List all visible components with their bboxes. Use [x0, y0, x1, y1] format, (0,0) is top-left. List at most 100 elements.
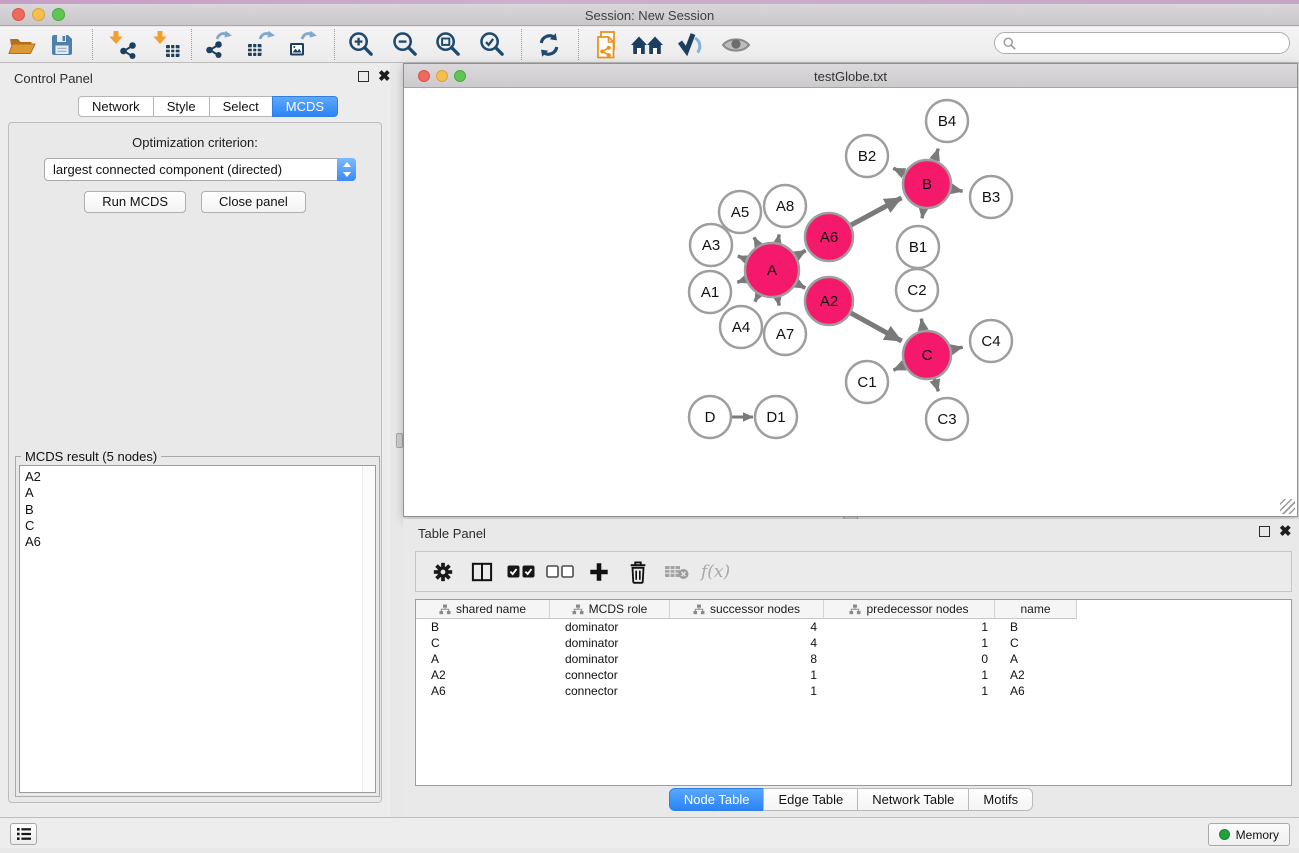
table-row[interactable]: Adominator80A	[416, 651, 1291, 667]
tab-style[interactable]: Style	[153, 96, 210, 117]
zoom-out-button[interactable]	[386, 28, 424, 61]
export-table-button[interactable]	[242, 28, 280, 61]
network-window-titlebar[interactable]: testGlobe.txt	[404, 64, 1297, 88]
cybrowser-home-button[interactable]	[628, 28, 666, 61]
table-row[interactable]: A6connector11A6	[416, 683, 1291, 699]
vertical-splitter-handle[interactable]	[396, 433, 403, 448]
result-list-item[interactable]: A6	[20, 534, 375, 550]
graph-edge-A-A8[interactable]	[778, 234, 780, 242]
close-panel-icon[interactable]: ✖	[378, 71, 391, 82]
table-row[interactable]: Cdominator41C	[416, 635, 1291, 651]
optimization-criterion-label: Optimization criterion:	[9, 135, 381, 150]
zoom-fit-button[interactable]	[429, 28, 467, 61]
create-column-button[interactable]	[582, 556, 616, 588]
mcds-tab-panel: Optimization criterion: largest connecte…	[8, 122, 382, 803]
tab-motifs[interactable]: Motifs	[968, 788, 1033, 811]
close-panel-button[interactable]: Close panel	[201, 191, 306, 213]
apply-layout-button[interactable]	[530, 28, 568, 61]
save-session-button[interactable]	[43, 28, 81, 61]
graph-edge-C-C2[interactable]	[921, 319, 923, 331]
result-list-item[interactable]: A2	[20, 469, 375, 485]
result-list-item[interactable]: C	[20, 518, 375, 534]
tab-network[interactable]: Network	[78, 96, 154, 117]
mcds-result-list[interactable]: A2ABCA6	[19, 465, 376, 793]
optimization-criterion-select[interactable]: largest connected component (directed)	[44, 158, 356, 181]
column-header-name[interactable]: name	[995, 600, 1077, 619]
toolbar-separator	[92, 29, 93, 60]
tab-node-table[interactable]: Node Table	[669, 788, 765, 811]
open-session-button[interactable]	[3, 28, 41, 61]
export-network-button[interactable]	[199, 28, 237, 61]
import-table-button[interactable]	[147, 28, 185, 61]
column-header-predecessor-nodes[interactable]: predecessor nodes	[824, 600, 995, 619]
close-table-panel-icon[interactable]: ✖	[1279, 526, 1292, 537]
graph-edge-A-A3[interactable]	[738, 256, 746, 259]
result-list-scrollbar[interactable]	[362, 466, 375, 792]
titlebar[interactable]: Session: New Session	[0, 4, 1299, 26]
function-builder-button: f(x)	[701, 562, 730, 582]
tab-edge-table[interactable]: Edge Table	[763, 788, 858, 811]
graph-edge-A-A2[interactable]	[797, 283, 806, 288]
save-floppy-icon	[49, 32, 75, 58]
node-table[interactable]: shared nameMCDS rolesuccessor nodesprede…	[415, 599, 1292, 786]
split-columns-icon	[471, 562, 493, 582]
table-row[interactable]: A2connector11A2	[416, 667, 1291, 683]
graph-edge-A-A4[interactable]	[755, 295, 759, 302]
mcds-buttons-row: Run MCDS Close panel	[9, 191, 381, 213]
show-column-button[interactable]	[465, 556, 499, 588]
table-settings-button[interactable]	[426, 556, 460, 588]
graph-edge-B-B2[interactable]	[893, 168, 904, 173]
graph-edge-A-A1[interactable]	[737, 279, 745, 282]
network-view-window[interactable]: testGlobe.txt AA2A6BCA1A3A4A5A7A8B1B2B3B…	[403, 63, 1298, 517]
table-row[interactable]: Bdominator41B	[416, 619, 1291, 635]
graph-edge-A-A7[interactable]	[778, 297, 780, 305]
plus-icon	[588, 561, 610, 583]
result-list-item[interactable]: B	[20, 502, 375, 518]
result-list-item[interactable]: A	[20, 485, 375, 501]
tab-select[interactable]: Select	[209, 96, 273, 117]
graphics-details-button[interactable]	[672, 28, 710, 61]
float-panel-icon[interactable]	[358, 71, 369, 82]
graph-edge-A-A6[interactable]	[796, 251, 805, 256]
delete-column-button[interactable]	[621, 556, 655, 588]
list-menu-icon	[16, 827, 32, 841]
show-panels-button[interactable]	[10, 823, 37, 845]
search-input[interactable]	[1021, 36, 1281, 50]
column-header-shared-name[interactable]: shared name	[416, 600, 550, 619]
float-table-panel-icon[interactable]	[1259, 526, 1270, 537]
graph-edge-C-C4[interactable]	[951, 347, 962, 349]
tab-network-table[interactable]: Network Table	[857, 788, 969, 811]
graph-node-label-A1: A1	[701, 284, 719, 301]
table-cell: A6	[995, 683, 1077, 699]
table-cell: 1	[824, 667, 995, 683]
tab-mcds[interactable]: MCDS	[272, 96, 338, 117]
new-network-from-selection-button[interactable]	[588, 28, 626, 61]
graph-edge-A6-B[interactable]	[851, 198, 902, 225]
table-body: Bdominator41BCdominator41CAdominator80AA…	[416, 619, 1291, 699]
graph-node-label-B: B	[922, 176, 932, 193]
import-network-button[interactable]	[103, 28, 141, 61]
run-mcds-button[interactable]: Run MCDS	[84, 191, 186, 213]
graph-edge-C-C3[interactable]	[934, 379, 938, 391]
memory-button[interactable]: Memory	[1208, 823, 1290, 846]
select-all-button[interactable]	[504, 556, 538, 588]
export-image-button[interactable]	[284, 28, 322, 61]
column-header-successor-nodes[interactable]: successor nodes	[670, 600, 824, 619]
graph-edge-B-B4[interactable]	[935, 149, 939, 161]
mcds-result-title: MCDS result (5 nodes)	[21, 449, 161, 464]
network-canvas[interactable]: AA2A6BCA1A3A4A5A7A8B1B2B3B4C1C2C3C4DD1	[404, 88, 1297, 516]
graph-edge-C-C1[interactable]	[893, 365, 904, 370]
zoom-in-button[interactable]	[342, 28, 380, 61]
column-header-MCDS-role[interactable]: MCDS role	[550, 600, 670, 619]
graph-edge-A2-C[interactable]	[851, 313, 902, 341]
graph-edge-B-B1[interactable]	[922, 209, 923, 219]
select-none-button[interactable]	[543, 556, 577, 588]
zoom-fit-icon	[434, 30, 463, 59]
application-window: Session: New Session	[0, 0, 1299, 853]
graph-edge-B-B3[interactable]	[951, 189, 962, 191]
birdseye-view-button[interactable]	[717, 28, 755, 61]
graph-edge-A-A5[interactable]	[754, 237, 758, 245]
zoom-selected-button[interactable]	[473, 28, 511, 61]
window-resize-grip[interactable]	[1280, 499, 1295, 514]
search-field[interactable]	[994, 32, 1290, 54]
